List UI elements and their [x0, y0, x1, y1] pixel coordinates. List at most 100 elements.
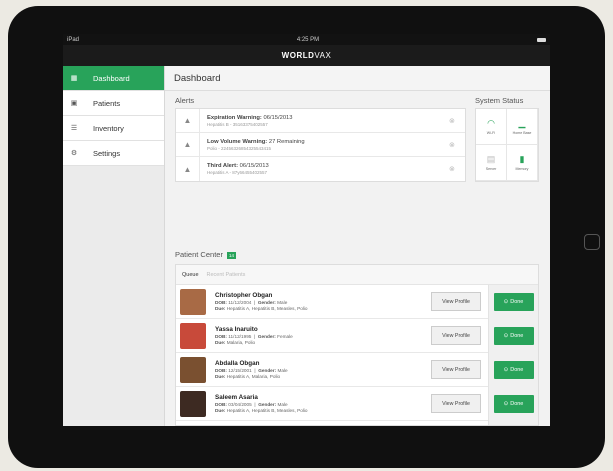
done-cell: ⊙Done [488, 386, 538, 421]
patient-due: Malaria, Polio [226, 340, 256, 345]
gender-label: Gender: [258, 368, 277, 373]
dismiss-icon[interactable]: ⊗ [449, 141, 465, 149]
warning-icon: ▲ [176, 132, 200, 157]
done-button[interactable]: ⊙ Done [493, 360, 534, 379]
patient-details: DOB: 11/12/2004 | Gender: Male [215, 300, 288, 305]
tab-queue[interactable]: Queue [182, 272, 199, 278]
alert-value: 06/15/2013 [239, 163, 269, 169]
alert-title: Low Volume Warning: [207, 138, 268, 145]
status-memory[interactable]: ▮ Memory [507, 145, 538, 181]
patient-details: DOB: 11/12/1995 | Gender: Female [215, 334, 293, 339]
device-label: iPad [67, 36, 80, 43]
done-cell: ⊙Done [488, 352, 538, 387]
alert-detail: Hepatitis A - 87y66455402557 [207, 170, 268, 175]
patient-center-title: Patient Center [175, 250, 223, 259]
alert-value: 27 Remaining [268, 138, 305, 145]
status-label: Wi-Fi [486, 130, 496, 135]
alert-title: Third Alert: [207, 163, 239, 169]
gender-label: Gender: [258, 402, 277, 407]
alert-item[interactable]: ▲ Low Volume Warning: 27 Remaining Polio… [176, 132, 465, 157]
patient-dob: 11/12/1995 [228, 334, 252, 339]
done-label: Done [510, 366, 524, 373]
app-title: WORLD VAX [63, 45, 550, 66]
view-profile-button[interactable]: View Profile [431, 360, 481, 379]
home-button[interactable] [584, 234, 600, 250]
check-circle-icon: ⊙ [503, 332, 509, 339]
battery-icon [537, 37, 546, 42]
done-button[interactable]: ⊙ Done [493, 326, 534, 345]
sidebar-item-settings[interactable]: ⚙ Settings [63, 141, 164, 166]
patient-list: Christopher Obgan DOB: 11/12/2004 | Gend… [176, 284, 538, 425]
patient-dob: 03/04/2005 [228, 402, 252, 407]
dob-label: DOB: [215, 402, 227, 407]
patient-row: Abdalla Obgan DOB: 12/15/2001 | Gender: … [176, 352, 538, 387]
grid-icon: ▦ [70, 75, 78, 82]
patient-due-line: Due: Malaria, Polio [215, 340, 431, 345]
patient-avatar [180, 390, 206, 417]
server-icon: ▤ [486, 153, 496, 164]
alerts-panel: ▲ Expiration Warning: 06/15/2013 Hepatit… [175, 108, 466, 182]
patient-name: Abdalla Obgan [215, 360, 260, 367]
due-label: Due: [215, 408, 226, 413]
done-cell: ⊙Done [488, 420, 538, 425]
done-button[interactable]: ⊙ Done [493, 394, 534, 413]
sidebar-item-label: Dashboard [93, 73, 130, 83]
patient-due-line: Due: Hepatitis A, Malaria, Polio [215, 374, 431, 379]
sidebar-item-dashboard[interactable]: ▦ Dashboard [63, 66, 164, 91]
gear-icon: ⚙ [70, 150, 78, 157]
status-icons [537, 37, 546, 42]
status-home-base[interactable]: ▁ Home Base [507, 109, 538, 145]
patient-due: Hepatitis A, Malaria, Polio [226, 374, 281, 379]
done-cell: ⊙Done [488, 318, 538, 353]
sidebar-item-label: Inventory [93, 123, 124, 133]
due-label: Due: [215, 306, 226, 311]
view-profile-button[interactable]: View Profile [431, 394, 481, 413]
tab-recent-patients[interactable]: Recent Patients [207, 272, 246, 278]
status-bar: iPad 4:25 PM [63, 34, 550, 45]
dob-label: DOB: [215, 300, 227, 305]
patient-due: Hepatitis A, Hepatitis B, Measles, Polio [226, 306, 308, 311]
patient-details: DOB: 12/15/2001 | Gender: Male [215, 368, 288, 373]
sidebar-item-patients[interactable]: ▣ Patients [63, 91, 164, 116]
warning-icon: ▲ [176, 157, 200, 181]
alerts-heading: Alerts [175, 96, 195, 105]
alert-title: Expiration Warning: [207, 114, 262, 121]
sidebar-item-inventory[interactable]: ☰ Inventory [63, 116, 164, 141]
patient-dob: 12/15/2001 [228, 368, 252, 373]
app-title-bold: WORLD [281, 51, 315, 60]
page-title: Dashboard [165, 66, 550, 91]
patient-due-line: Due: Hepatitis A, Hepatitis B, Measles, … [215, 408, 431, 413]
app-title-rest: VAX [314, 51, 332, 60]
patient-count-badge: 14 [226, 251, 236, 259]
done-label: Done [510, 332, 524, 339]
status-wifi[interactable]: ◠ Wi-Fi [476, 109, 507, 145]
status-label: Memory [515, 166, 529, 171]
dismiss-icon[interactable]: ⊗ [449, 165, 465, 173]
clock: 4:25 PM [296, 36, 320, 43]
alert-item[interactable]: ▲ Expiration Warning: 06/15/2013 Hepatit… [176, 108, 465, 133]
status-label: Server [485, 166, 497, 171]
patient-avatar [180, 424, 206, 425]
due-label: Due: [215, 374, 226, 379]
patient-gender: Male [277, 368, 288, 373]
view-profile-button[interactable]: View Profile [431, 326, 481, 345]
system-status-panel: ◠ Wi-Fi ▁ Home Base ▤ Server ▮ Memory [475, 108, 539, 182]
dismiss-icon[interactable]: ⊗ [449, 117, 465, 125]
done-button[interactable]: ⊙ Done [493, 292, 534, 311]
status-label: Home Base [512, 130, 532, 135]
patient-name: Saleem Asaria [215, 394, 258, 401]
sidebar: ▦ Dashboard ▣ Patients ☰ Inventory ⚙ Set… [63, 66, 165, 426]
patient-gender: Female [277, 334, 293, 339]
patient-name: Yassa Inaruito [215, 326, 258, 333]
patient-details: DOB: 03/04/2005 | Gender: Male [215, 402, 288, 407]
alert-detail: Hepatitis B - 35163375402557 [207, 121, 268, 127]
done-label: Done [510, 298, 524, 305]
patient-center-heading: Patient Center 14 [175, 250, 236, 259]
patient-avatar [180, 356, 206, 383]
view-profile-button[interactable]: View Profile [431, 292, 481, 311]
sidebar-item-label: Patients [93, 98, 121, 108]
alert-item[interactable]: ▲ Third Alert: 06/15/2013 Hepatitis A - … [176, 157, 465, 181]
app-screen: iPad 4:25 PM WORLD VAX ▦ Dashboard ▣ Pati… [63, 34, 550, 426]
gender-label: Gender: [257, 300, 276, 305]
status-server[interactable]: ▤ Server [476, 145, 507, 181]
